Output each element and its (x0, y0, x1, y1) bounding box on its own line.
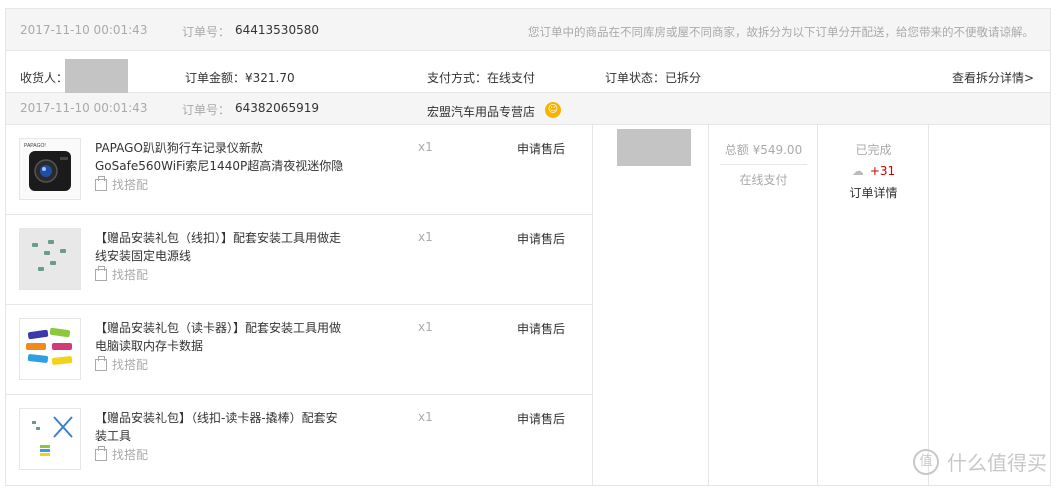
item-quantity: x1 (418, 230, 433, 244)
list-item: PAPAGO! PAPAGO趴趴狗行车记录仪新款GoSafe560WiFi索尼1… (6, 125, 592, 215)
bag-icon (95, 266, 107, 281)
receiver-label: 收货人： (20, 71, 69, 85)
total-payment-method: 在线支付 (739, 173, 788, 187)
item-quantity: x1 (418, 410, 433, 424)
dashcam-image: PAPAGO! (24, 143, 71, 191)
parent-order-header: 2017-11-10 00:01:43 订单号： 64413530580 您订单… (6, 9, 1050, 51)
bag-icon (95, 356, 107, 371)
parent-order-date: 2017-11-10 00:01:43 (20, 23, 148, 37)
order-summary-row: 收货人： 订单金额：¥321.70 支付方式：在线支付 订单状态：已拆分 查看拆… (6, 51, 1050, 93)
find-match-label: 找搭配 (112, 358, 149, 372)
item-list: PAPAGO! PAPAGO趴趴狗行车记录仪新款GoSafe560WiFi索尼1… (6, 125, 593, 486)
product-name-link[interactable]: PAPAGO趴趴狗行车记录仪新款GoSafe560WiFi索尼1440P超高清夜… (95, 139, 345, 175)
order-status: 订单状态：已拆分 (605, 71, 702, 85)
after-sales-link[interactable]: 申请售后 (517, 230, 565, 247)
after-sales-link[interactable]: 申请售后 (517, 410, 565, 427)
after-sales-link[interactable]: 申请售后 (517, 320, 565, 337)
bag-icon (95, 176, 107, 191)
find-match-link[interactable]: 找搭配 (95, 446, 148, 463)
order-amount: 订单金额：¥321.70 (185, 71, 295, 85)
sub-order-number: 64382065919 (235, 101, 319, 115)
product-thumbnail[interactable] (19, 228, 81, 290)
sub-order-body: PAPAGO! PAPAGO趴趴狗行车记录仪新款GoSafe560WiFi索尼1… (6, 125, 1050, 486)
list-item: 【赠品安装礼包（线扣）】配套安装工具用做走线安装固定电源线 找搭配 x1 申请售… (6, 215, 592, 305)
product-name-link[interactable]: 【赠品安装礼包（读卡器）】配套安装工具用做电脑读取内存卡数据 (95, 319, 345, 355)
status-column: 已完成 ☁ +31 订单详情 (819, 125, 929, 486)
find-match-link[interactable]: 找搭配 (95, 176, 148, 193)
order-details-link[interactable]: 订单详情 (819, 184, 928, 201)
points-earned: ☁ +31 (819, 164, 928, 178)
parent-order-number: 64413530580 (235, 23, 319, 37)
sub-order-date: 2017-11-10 00:01:43 (20, 101, 148, 115)
receiver-name-redacted (65, 59, 128, 93)
view-split-details-link[interactable]: 查看拆分详情> (952, 69, 1034, 86)
card-readers-image (20, 319, 80, 379)
total-column: 总额 ¥549.00 在线支付 (710, 125, 818, 486)
completion-status: 已完成 (855, 143, 892, 157)
sub-order-label: 订单号： (182, 103, 231, 117)
parent-order-label: 订单号： (182, 25, 231, 39)
product-name-link[interactable]: 【赠品安装礼包（线扣）】配套安装工具用做走线安装固定电源线 (95, 229, 345, 265)
product-thumbnail[interactable]: PAPAGO! (19, 138, 81, 200)
watermark-text: 什么值得买 (947, 451, 1047, 475)
payment-method: 支付方式：在线支付 (427, 71, 536, 85)
cable-clips-image (20, 229, 80, 289)
after-sales-link[interactable]: 申请售后 (517, 140, 565, 157)
store-name-link[interactable]: 宏盟汽车用品专营店 (427, 103, 535, 120)
item-quantity: x1 (418, 140, 433, 154)
recipient-column (594, 125, 709, 486)
product-thumbnail[interactable] (19, 318, 81, 380)
find-match-link[interactable]: 找搭配 (95, 266, 148, 283)
find-match-label: 找搭配 (112, 178, 149, 192)
site-watermark: 值 什么值得买 (913, 447, 1047, 476)
svg-text:PAPAGO!: PAPAGO! (24, 143, 46, 149)
list-item: 【赠品安装礼包（读卡器）】配套安装工具用做电脑读取内存卡数据 找搭配 x1 申请… (6, 305, 592, 395)
item-quantity: x1 (418, 320, 433, 334)
split-notice: 您订单中的商品在不同库房或屋不同商家，故拆分为以下订单分开配送，给您带来的不便敬… (528, 25, 1034, 39)
cloud-icon: ☁ (851, 164, 864, 178)
total-amount: 总额 ¥549.00 (720, 141, 807, 165)
find-match-link[interactable]: 找搭配 (95, 356, 148, 373)
order-card: 2017-11-10 00:01:43 订单号： 64413530580 您订单… (5, 8, 1051, 486)
list-item: 【赠品安装礼包】（线扣-读卡器-撬棒）配套安装工具 找搭配 x1 申请售后 (6, 395, 592, 485)
store-chat-icon[interactable]: ☺ (545, 102, 561, 118)
install-kit-image (20, 409, 80, 469)
recipient-redacted (617, 129, 691, 166)
bag-icon (95, 446, 107, 461)
product-name-link[interactable]: 【赠品安装礼包】（线扣-读卡器-撬棒）配套安装工具 (95, 409, 345, 445)
sub-order-header: 2017-11-10 00:01:43 订单号： 64382065919 宏盟汽… (6, 93, 1050, 125)
product-thumbnail[interactable] (19, 408, 81, 470)
watermark-logo-icon: 值 (913, 448, 939, 475)
find-match-label: 找搭配 (112, 268, 149, 282)
points-value: +31 (869, 164, 896, 178)
find-match-label: 找搭配 (112, 448, 149, 462)
